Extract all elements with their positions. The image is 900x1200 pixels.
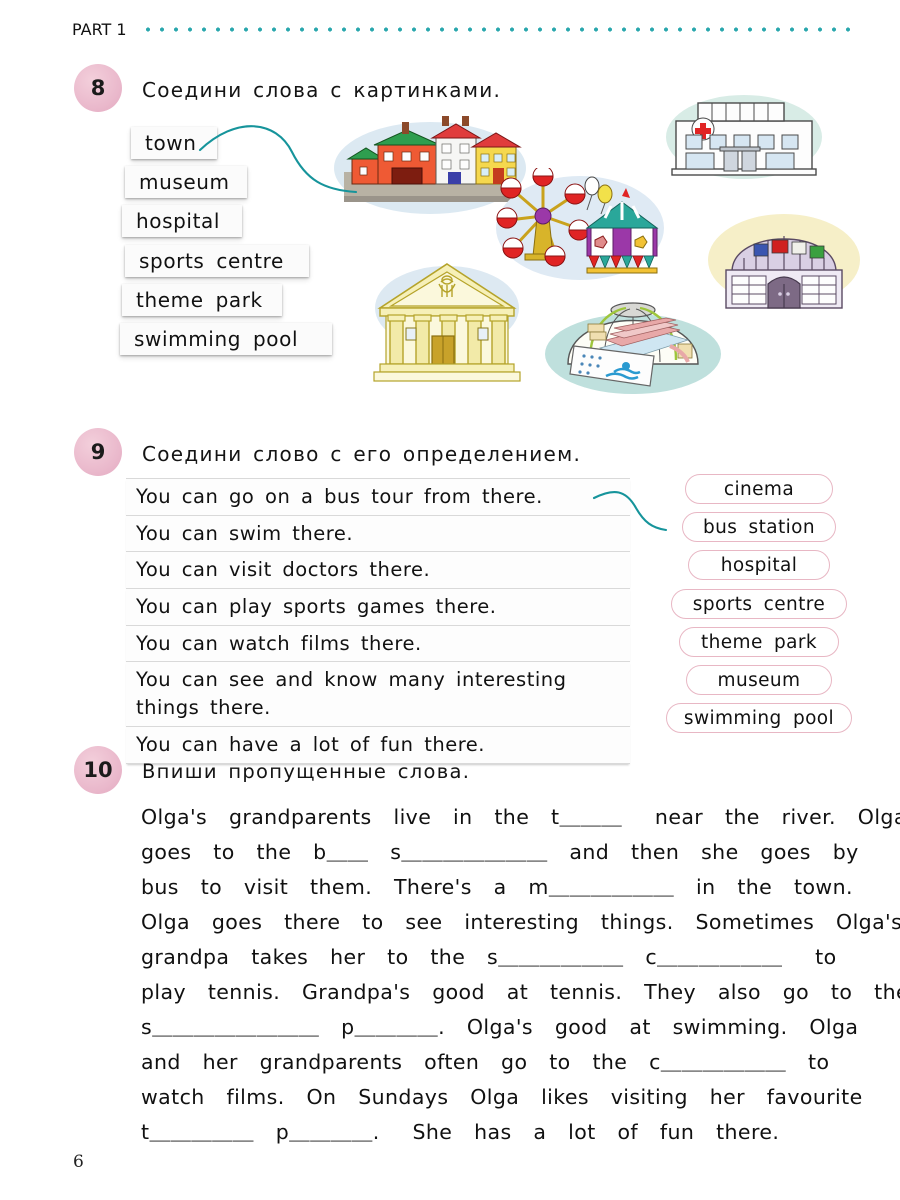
exercise-10-number: 10: [74, 746, 122, 794]
option-pill-label: theme park: [700, 631, 818, 653]
theme-park-illustration: [496, 168, 664, 280]
definition-strip[interactable]: You can have a lot of fun there.: [126, 725, 630, 764]
word-card-label: theme park: [136, 288, 263, 312]
paragraph-line: bus to visit them. There's a m＿＿＿＿＿＿ in …: [141, 875, 853, 899]
header-dotted-rule: [140, 27, 860, 32]
definition-strip[interactable]: You can go on a bus tour from there.: [126, 478, 630, 515]
exercise-10-paragraph: Olga's grandparents live in the t＿＿＿ nea…: [141, 800, 900, 1150]
paragraph-line: play tennis. Grandpa's good at tennis. T…: [141, 980, 900, 1004]
option-pill-cinema[interactable]: cinema: [685, 474, 833, 504]
definition-strip[interactable]: You can see and know many interesting th…: [126, 661, 630, 726]
museum-illustration: [373, 263, 521, 382]
option-pill-swimming-pool[interactable]: swimming pool: [666, 703, 852, 733]
definition-strip[interactable]: You can swim there.: [126, 514, 630, 552]
word-card-town[interactable]: town: [131, 127, 217, 159]
part-header: PART 1: [72, 20, 860, 39]
option-pill-label: hospital: [720, 554, 798, 576]
word-card-museum[interactable]: museum: [125, 166, 247, 198]
word-card-label: swimming pool: [134, 327, 299, 351]
exercise-10-task: Впиши пропущенные слова.: [142, 760, 471, 783]
word-card-sports-centre[interactable]: sports centre: [125, 245, 309, 277]
option-pill-label: sports centre: [692, 593, 826, 615]
paragraph-line: and her grandparents often go to the c＿＿…: [141, 1050, 830, 1074]
option-pill-label: museum: [717, 669, 801, 691]
word-card-label: museum: [139, 170, 230, 194]
word-card-label: town: [145, 131, 197, 155]
paragraph-line: Olga's grandparents live in the t＿＿＿ nea…: [141, 805, 900, 829]
word-card-label: sports centre: [139, 249, 284, 273]
option-pill-theme-park[interactable]: theme park: [679, 627, 839, 657]
option-pill-museum[interactable]: museum: [686, 665, 832, 695]
paragraph-line: s＿＿＿＿＿＿＿＿ p＿＿＿＿. Olga's good at swimming…: [141, 1015, 859, 1039]
option-pill-bus-station[interactable]: bus station: [682, 512, 836, 542]
definition-strip[interactable]: You can play sports games there.: [126, 588, 630, 625]
part-label: PART 1: [72, 20, 127, 39]
paragraph-line: grandpa takes her to the s＿＿＿＿＿＿ c＿＿＿＿＿＿…: [141, 945, 837, 969]
hospital-illustration: [666, 95, 822, 179]
option-pill-label: cinema: [723, 478, 795, 500]
word-card-swimming-pool[interactable]: swimming pool: [120, 323, 332, 355]
option-pill-label: bus station: [702, 516, 816, 538]
exercise-9-number: 9: [74, 428, 122, 476]
exercise-8-task: Соедини слова с картинками.: [142, 78, 502, 102]
paragraph-line: t＿＿＿＿＿ p＿＿＿＿. She has a lot of fun there…: [141, 1120, 780, 1144]
swimming-pool-illustration: [545, 302, 721, 394]
word-card-theme-park[interactable]: theme park: [122, 284, 282, 316]
page-number: 6: [73, 1152, 84, 1172]
exercise-9-sentence-list: You can go on a bus tour from there. You …: [126, 478, 630, 764]
sports-centre-illustration: [708, 214, 860, 309]
option-pill-label: swimming pool: [683, 707, 835, 729]
exercise-8-number: 8: [74, 64, 122, 112]
definition-strip[interactable]: You can visit doctors there.: [126, 551, 630, 589]
option-pill-hospital[interactable]: hospital: [688, 550, 830, 580]
paragraph-line: goes to the b＿＿ s＿＿＿＿＿＿＿ and then she go…: [141, 840, 859, 864]
paragraph-line: Olga goes there to see interesting thing…: [141, 910, 900, 934]
word-card-label: hospital: [136, 209, 221, 233]
option-pill-sports-centre[interactable]: sports centre: [671, 589, 847, 619]
exercise-9-task: Соедини слово с его определением.: [142, 442, 582, 466]
word-card-hospital[interactable]: hospital: [122, 205, 242, 237]
definition-strip[interactable]: You can watch films there.: [126, 624, 630, 662]
paragraph-line: watch films. On Sundays Olga likes visit…: [141, 1085, 863, 1109]
town-illustration: [334, 116, 526, 214]
